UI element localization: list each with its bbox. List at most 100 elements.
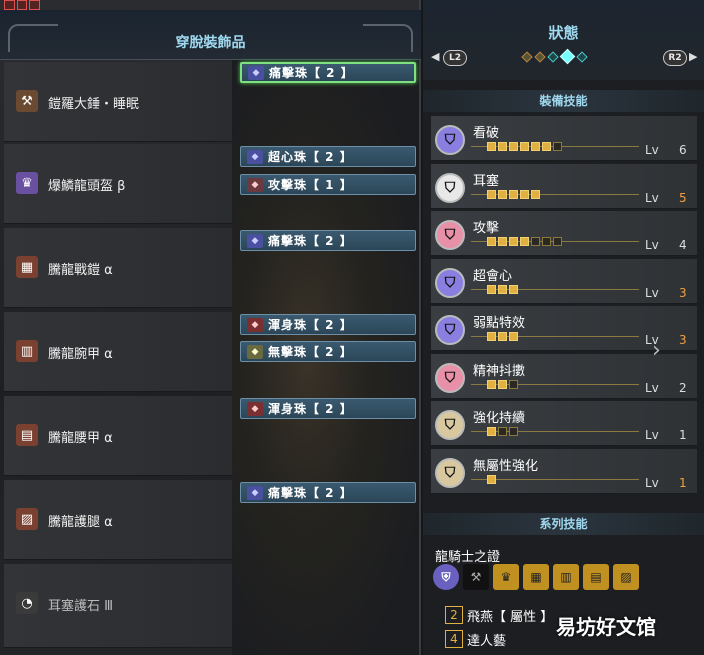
level-pip [531, 237, 540, 246]
skill-level-pips [487, 284, 518, 294]
level-label: Lv [645, 190, 659, 205]
skill-level-pips [487, 237, 562, 246]
skill-row[interactable]: ⛉ 看破 Lv 6 [431, 116, 697, 161]
l2-button[interactable]: L2 [443, 50, 467, 66]
decoration-name: 渾身珠【 2 】 [268, 402, 353, 416]
decoration-jewel-icon: ◆ [247, 233, 263, 248]
decoration-name: 渾身珠【 2 】 [268, 318, 353, 332]
level-pip [498, 284, 507, 294]
series-bonus-row[interactable]: 4 達人藝 [445, 628, 506, 650]
equipment-row-legs[interactable]: ▨ 騰龍護腿 α [4, 480, 232, 560]
arrow-right-icon[interactable]: ▶ [689, 50, 697, 63]
level-pip [542, 142, 551, 151]
skill-row[interactable]: ⛉ 強化持續 Lv 1 [431, 401, 697, 446]
skill-level-pips [487, 142, 562, 151]
r2-button[interactable]: R2 [663, 50, 687, 66]
skill-name: 耳塞 [473, 173, 500, 189]
series-skills-header: 系列技能 [423, 513, 704, 535]
equipment-row-chest[interactable]: ▦ 騰龍戰鎧 α [4, 228, 232, 308]
decoration-slot[interactable]: ◆ 無擊珠【 2 】 [240, 341, 416, 362]
skill-level-pips [487, 427, 518, 436]
decoration-slot[interactable]: ◆ 痛擊珠【 2 】 [240, 482, 416, 503]
equipment-row-charm[interactable]: ◔ 耳塞護石 Ⅲ [4, 564, 232, 648]
level-pip [487, 332, 496, 341]
skill-row[interactable]: ⛉ 超會心 Lv 3 [431, 258, 697, 304]
skill-jewel-icon: ⛉ [435, 220, 465, 250]
decoration-name: 痛擊珠【 2 】 [268, 234, 353, 248]
decoration-jewel-icon: ◆ [247, 149, 263, 164]
level-value: 3 [679, 285, 687, 300]
bonus-name: 達人藝 [467, 633, 507, 649]
level-pip [487, 237, 496, 246]
page-dot[interactable] [576, 50, 588, 63]
skill-name: 超會心 [473, 268, 513, 284]
equipment-name: 耳塞護石 Ⅲ [48, 599, 114, 614]
level-pip [520, 189, 529, 199]
decoration-slot[interactable]: ◆ 痛擊珠【 2 】 [240, 62, 416, 83]
equipment-row-waist[interactable]: ▤ 騰龍腰甲 α [4, 396, 232, 476]
level-pip [509, 284, 518, 294]
skill-name: 強化持續 [473, 411, 526, 426]
decoration-jewel-icon: ◆ [247, 344, 263, 359]
skill-row[interactable]: ⛉ 無屬性強化 Lv 1 [431, 448, 697, 494]
decoration-panel-header: 穿脫裝飾品 [0, 10, 421, 60]
panel-title: 穿脫裝飾品 [175, 35, 246, 51]
level-pip [542, 237, 551, 246]
decoration-name: 無擊珠【 2 】 [268, 345, 353, 359]
decoration-slot[interactable]: ◆ 超心珠【 2 】 [240, 146, 416, 167]
equipment-row-arms[interactable]: ▥ 騰龍腕甲 α [4, 312, 232, 392]
level-value: 2 [679, 380, 687, 395]
skill-level-pips [487, 332, 518, 341]
level-pip [487, 189, 496, 199]
skill-level-pips [487, 379, 518, 389]
bonus-name: 飛燕【 屬性 】 [467, 609, 554, 625]
level-value: 6 [679, 143, 687, 157]
level-pip [498, 237, 507, 246]
skill-row[interactable]: ⛉ 耳塞 Lv 5 [431, 163, 697, 209]
series-skill-name: 龍騎士之證 [435, 550, 501, 565]
level-value: 5 [679, 190, 687, 205]
decoration-slot[interactable]: ◆ 渾身珠【 2 】 [240, 314, 416, 335]
status-panel: 狀態 ◀ L2 R2 ▶ 裝備技能 ⛉ 看破 Lv 6 ⛉ 耳塞 Lv 5 ⛉ 攻擊 Lv 4 ⛉ 超會心… [423, 0, 704, 655]
level-value: 4 [679, 238, 687, 252]
level-pip [520, 142, 529, 151]
decoration-slot[interactable]: ◆ 攻擊珠【 1 】 [240, 174, 416, 195]
page-dot[interactable] [547, 50, 559, 63]
page-dot[interactable] [534, 50, 546, 63]
level-pip [498, 332, 507, 341]
level-label: Lv [645, 238, 659, 252]
decoration-panel: 穿脫裝飾品 ⚒ 鎧羅大錘・睡眠 ♛ 爆鱗龍頭盔 β ▦ 騰龍戰鎧 α ▥ 騰龍腕… [0, 0, 421, 655]
level-label: Lv [645, 475, 659, 490]
status-panel-header: 狀態 ◀ L2 R2 ▶ [423, 0, 704, 80]
level-pip [531, 189, 540, 199]
equipment-name: 爆鱗龍頭盔 β [48, 179, 126, 194]
series-bonus-row[interactable]: 2 飛燕【 屬性 】 [445, 604, 553, 626]
decoration-slot[interactable]: ◆ 渾身珠【 2 】 [240, 398, 416, 419]
equipment-name: 騰龍腰甲 α [48, 431, 113, 446]
level-pip [553, 237, 562, 246]
equipment-name: 騰龍護腿 α [48, 515, 113, 530]
level-pip [509, 189, 518, 199]
arrow-left-icon[interactable]: ◀ [431, 50, 439, 63]
level-label: Lv [645, 428, 659, 442]
decoration-jewel-icon: ◆ [248, 65, 264, 80]
skill-jewel-icon: ⛉ [435, 410, 465, 440]
helmet-slot-icon: ♛ [493, 564, 519, 590]
decoration-name: 超心珠【 2 】 [268, 150, 353, 164]
top-left-ornament [4, 0, 41, 10]
legs-slot-icon: ▨ [613, 564, 639, 590]
decoration-slot[interactable]: ◆ 痛擊珠【 2 】 [240, 230, 416, 251]
skill-name: 弱點特效 [473, 316, 526, 331]
equipment-row-weapon[interactable]: ⚒ 鎧羅大錘・睡眠 [4, 62, 232, 142]
page-dot[interactable] [521, 50, 533, 63]
skill-jewel-icon: ⛉ [435, 267, 465, 298]
chevron-right-icon[interactable]: › [652, 338, 661, 363]
waist-armor-icon: ▤ [16, 424, 38, 446]
helmet-icon: ♛ [16, 172, 38, 194]
level-pip [509, 379, 518, 389]
skill-row[interactable]: ⛉ 攻擊 Lv 4 [431, 211, 697, 256]
bonus-count: 4 [445, 630, 463, 648]
level-value: 3 [679, 333, 687, 347]
page-dot-current[interactable] [559, 48, 576, 65]
equipment-row-head[interactable]: ♛ 爆鱗龍頭盔 β [4, 144, 232, 224]
